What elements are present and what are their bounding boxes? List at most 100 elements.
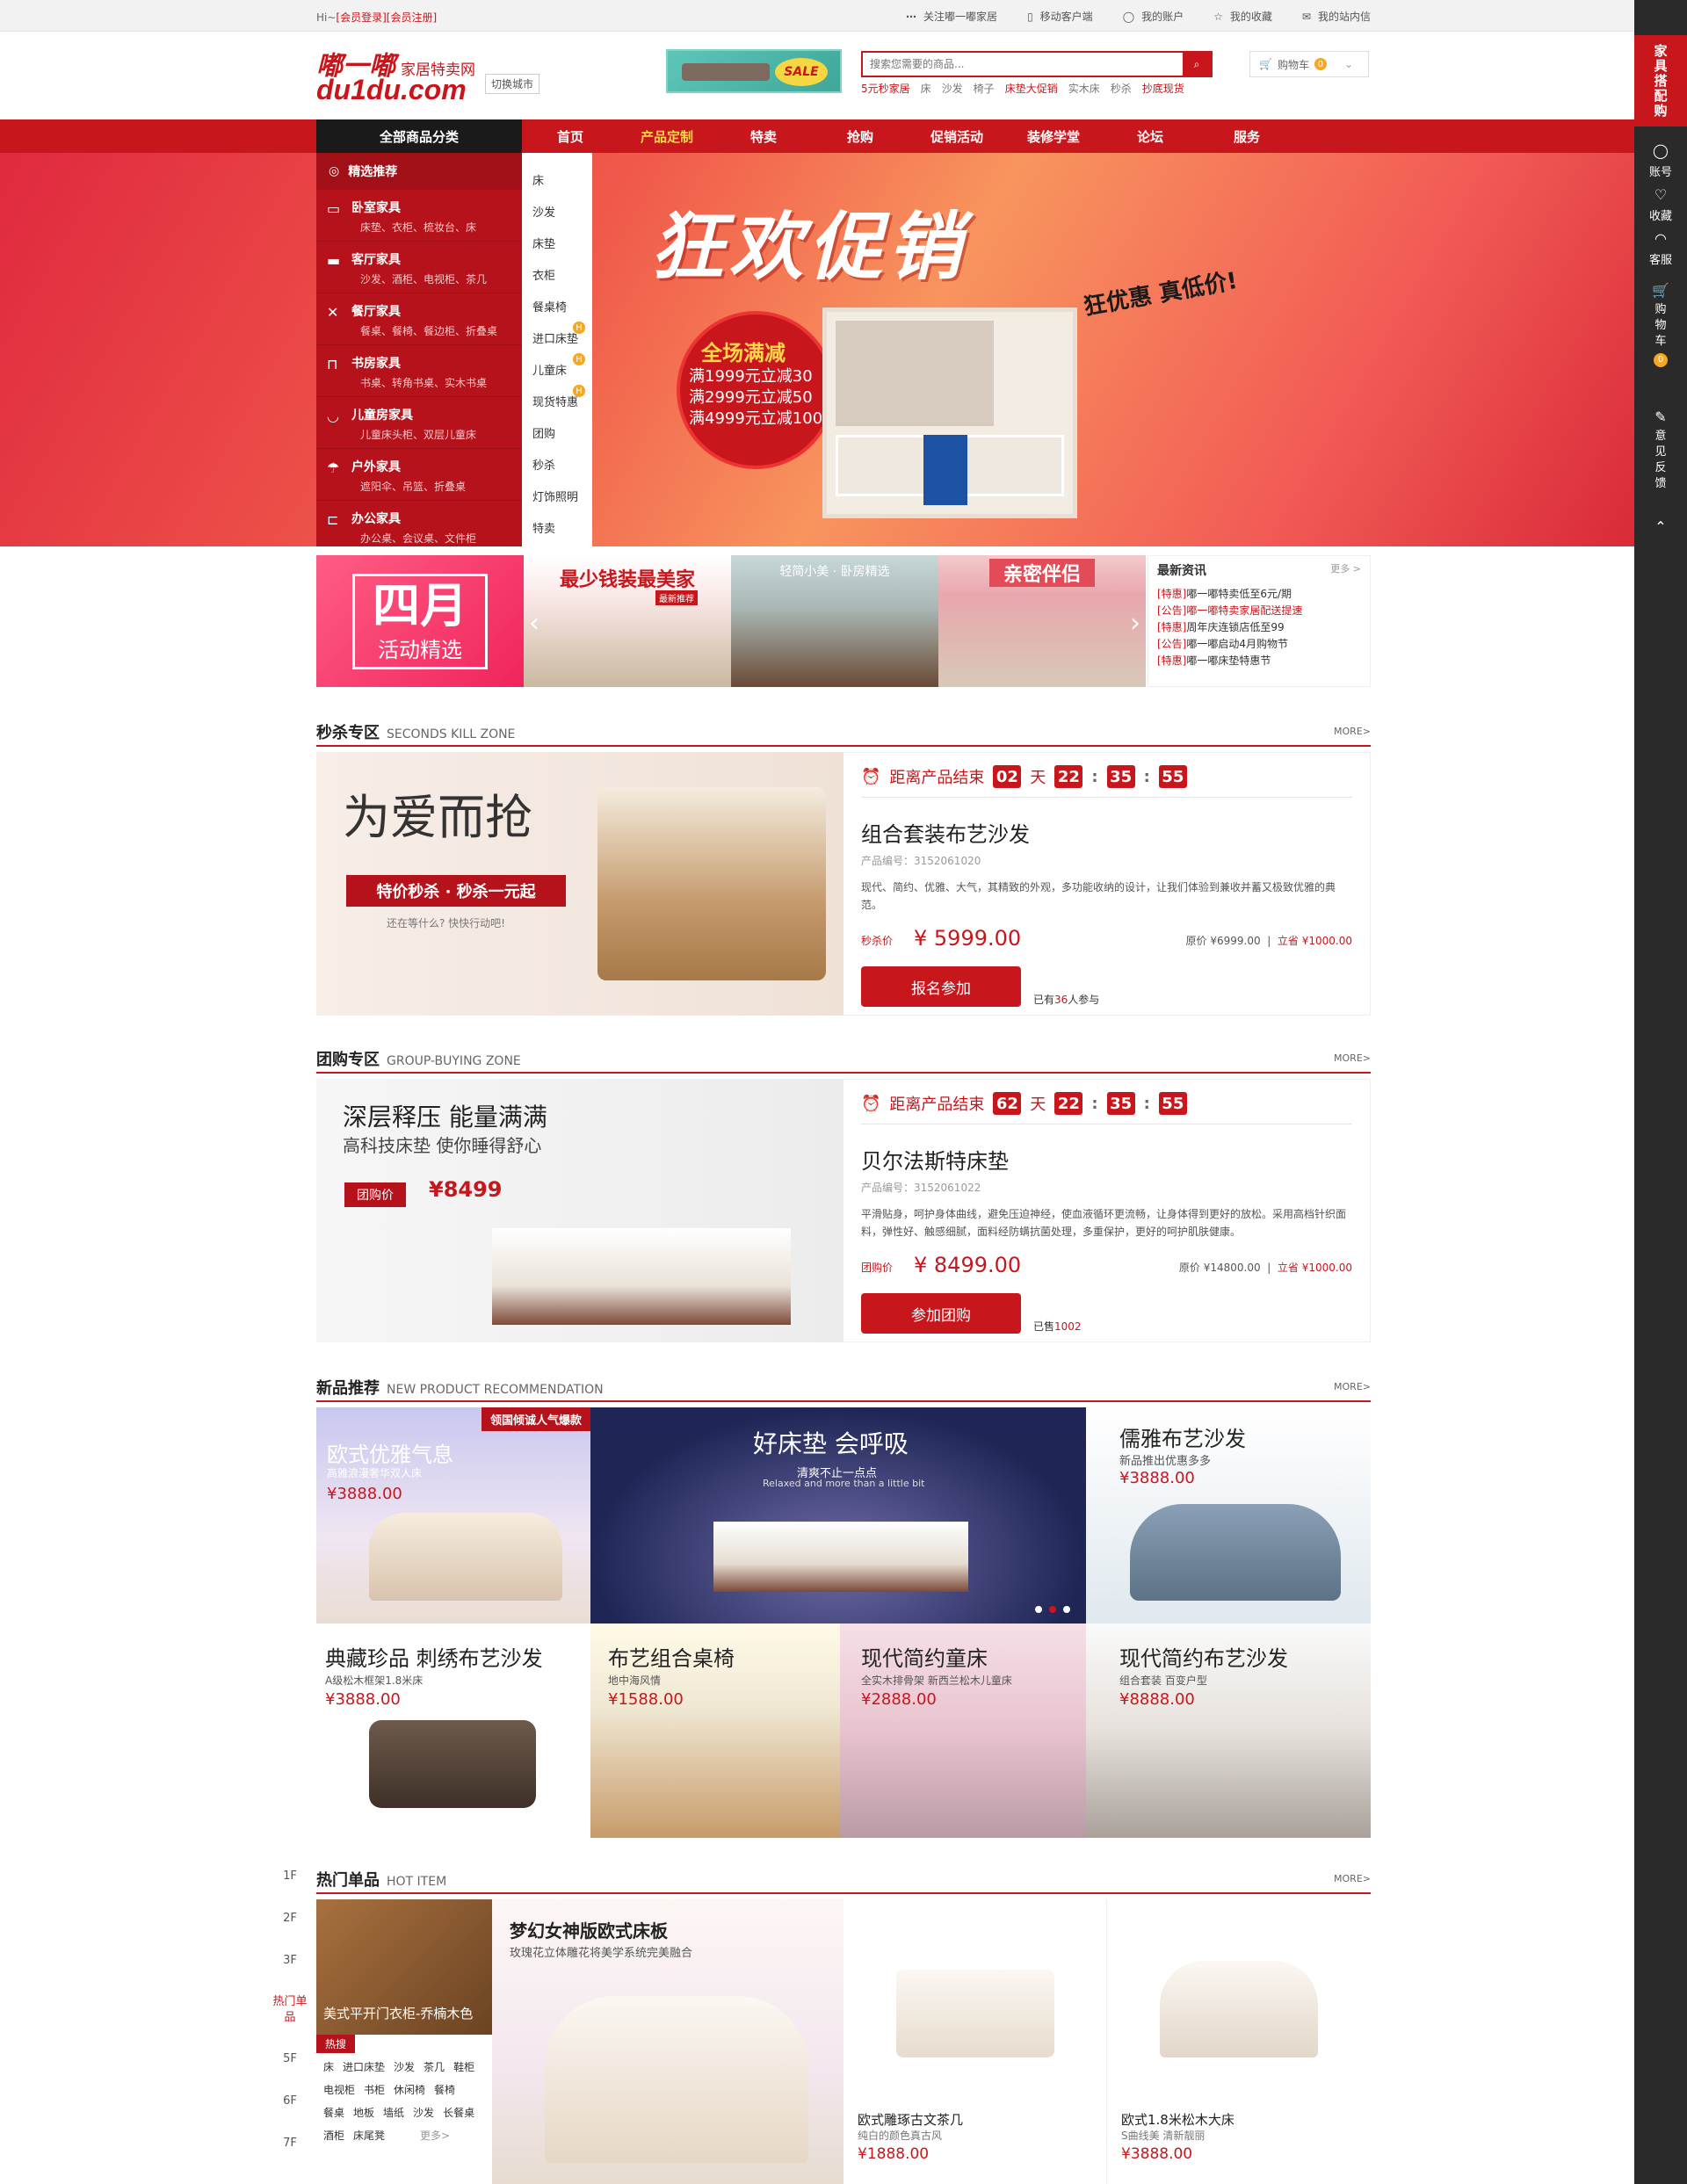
register-link[interactable]: [会员注册] [387, 11, 437, 24]
nav-item-home[interactable]: 首页 [522, 119, 619, 153]
sub-category-item[interactable]: 进口床垫 [522, 322, 592, 353]
promo-tile-bedroom[interactable]: 轻简小美 · 卧房精选 [731, 555, 938, 687]
keyword-link[interactable]: 长餐桌 [443, 2104, 474, 2122]
floor-link[interactable]: 1F [272, 1869, 308, 1883]
city-switch[interactable]: 切换城市 [485, 74, 540, 94]
sub-category-item[interactable]: 特卖 [522, 511, 592, 543]
keyword-link[interactable]: 沙发 [394, 2058, 415, 2076]
nav-item-custom[interactable]: 产品定制 [619, 119, 715, 153]
more-link[interactable]: MORE> [1334, 726, 1371, 737]
keyword-link[interactable]: 电视柜 [323, 2081, 355, 2099]
nav-item-service[interactable]: 服务 [1198, 119, 1295, 153]
join-group-button[interactable]: 参加团购 [861, 1293, 1021, 1334]
hot-word[interactable]: 实木床 [1068, 81, 1100, 96]
hero-banner[interactable]: 狂欢促销 狂优惠 真低价! 全场满减 满1999元立减30 满2999元立减50… [0, 153, 1634, 685]
search-input[interactable] [863, 53, 1170, 76]
hot-word[interactable]: 5元秒家居 [861, 81, 910, 96]
category-kids[interactable]: ◡ 儿童房家具 儿童床头柜、双层儿童床 [316, 397, 522, 449]
carousel-dot[interactable] [1063, 1606, 1070, 1613]
keyword-link[interactable]: 床尾凳 [353, 2127, 385, 2144]
join-seckill-button[interactable]: 报名参加 [861, 966, 1021, 1007]
keyword-link[interactable]: 茶几 [424, 2058, 445, 2076]
keyword-link[interactable]: 地板 [353, 2104, 374, 2122]
hot-word[interactable]: 床 [921, 81, 931, 96]
sub-category-item[interactable]: 儿童床 [522, 353, 592, 385]
seckill-image[interactable]: 为爱而抢 特价秒杀 · 秒杀一元起 还在等什么? 快快行动吧! [316, 752, 844, 1016]
hot-word[interactable]: 抄底现货 [1142, 81, 1184, 96]
sub-category-item[interactable]: 沙发 [522, 195, 592, 227]
hot-word[interactable]: 床垫大促销 [1005, 81, 1058, 96]
keyword-link[interactable]: 鞋柜 [453, 2058, 474, 2076]
chevron-right-icon[interactable]: › [1130, 608, 1140, 639]
product-name[interactable]: 贝尔法斯特床垫 [861, 1144, 1352, 1175]
floor-link[interactable]: 6F [272, 2094, 308, 2108]
sub-category-item[interactable]: 团购 [522, 416, 592, 448]
sub-category-item[interactable]: 餐桌椅 [522, 290, 592, 322]
april-tile[interactable]: 四月 活动精选 [316, 555, 524, 687]
floor-link[interactable]: 3F [272, 1954, 308, 1967]
news-item[interactable]: [公告]嘟一嘟特卖家居配送提速 [1157, 603, 1361, 619]
news-more-link[interactable]: 更多 > [1330, 561, 1361, 579]
mobile-link[interactable]: ▯ 移动客户端 [1027, 9, 1093, 24]
cart-button[interactable]: 🛒 购物车 0 ⌄ [1249, 51, 1369, 77]
keywords-more-link[interactable]: 更多> [420, 2127, 450, 2144]
floor-link[interactable]: 2F [272, 1912, 308, 1925]
keyword-link[interactable]: 餐桌 [323, 2104, 344, 2122]
account-link[interactable]: ◯ 我的账户 [1123, 9, 1184, 24]
new-tile-kidsbed[interactable]: 现代简约童床 全实木排骨架 新西兰松木儿童床 ¥2888.00 [840, 1624, 1086, 1838]
news-item[interactable]: [特惠]周年庆连锁店低至99 [1157, 619, 1361, 636]
sidebar-account[interactable]: ◯ 账号 [1634, 142, 1687, 179]
category-dining[interactable]: ✕ 餐厅家具 餐桌、餐椅、餐边柜、折叠桌 [316, 293, 522, 345]
keyword-link[interactable]: 休闲椅 [394, 2081, 425, 2099]
hot-product-tea-table[interactable]: 欧式雕琢古文茶几 纯白的颜色真古风 ¥1888.00 [844, 1899, 1107, 2184]
favorites-link[interactable]: ☆ 我的收藏 [1213, 9, 1272, 24]
carousel-dot[interactable] [1049, 1606, 1056, 1613]
news-item[interactable]: [特惠]嘟一嘟床垫特惠节 [1157, 653, 1361, 669]
product-name[interactable]: 组合套装布艺沙发 [861, 817, 1352, 848]
hot-feature-bed[interactable]: 梦幻女神版欧式床板 玫瑰花立体雕花将美学系统完美融合 [492, 1899, 844, 2184]
nav-item-rush[interactable]: 抢购 [812, 119, 909, 153]
chevron-left-icon[interactable]: ‹ [529, 608, 539, 639]
keyword-link[interactable]: 墙纸 [383, 2104, 404, 2122]
new-tile-bed[interactable]: 领国倾诚人气爆款 欧式优雅气息 高雅浪漫奢华双人床 ¥3888.00 [316, 1407, 590, 1624]
hot-word[interactable]: 秒杀 [1111, 81, 1132, 96]
more-link[interactable]: MORE> [1334, 1873, 1371, 1884]
keyword-link[interactable]: 书柜 [364, 2081, 385, 2099]
group-image[interactable]: 深层释压 能量满满 高科技床垫 使你睡得舒心 团购价 ¥8499 [316, 1079, 844, 1342]
new-tile-modern-sofa[interactable]: 现代简约布艺沙发 组合套装 百变户型 ¥8888.00 [1086, 1624, 1371, 1838]
category-bedroom[interactable]: ▭ 卧室家具 床垫、衣柜、梳妆台、床 [316, 190, 522, 242]
sub-category-item[interactable]: 衣柜 [522, 258, 592, 290]
floor-link-active[interactable]: 热门单品 [272, 1994, 308, 2026]
sub-category-item[interactable]: 灯饰照明 [522, 480, 592, 511]
hot-word[interactable]: 沙发 [942, 81, 963, 96]
new-tile-dining[interactable]: 布艺组合桌椅 地中海风情 ¥1588.00 [590, 1624, 840, 1838]
search-button[interactable]: ⌕ [1183, 53, 1211, 76]
promo-tile-decor[interactable]: 最少钱装最美家 最新推荐 ‹ [524, 555, 731, 687]
nav-item-sale[interactable]: 特卖 [715, 119, 812, 153]
news-item[interactable]: [特惠]嘟一嘟特卖低至6元/期 [1157, 586, 1361, 603]
sidebar-cart[interactable]: 🛒 购物车 0 [1634, 283, 1687, 367]
sub-category-item[interactable]: 秒杀 [522, 448, 592, 480]
sub-category-item[interactable]: 现货特惠 [522, 385, 592, 416]
promo-tile-couple[interactable]: 亲密伴侣 › [938, 555, 1146, 687]
nav-item-promo[interactable]: 促销活动 [909, 119, 1005, 153]
category-study[interactable]: ⊓ 书房家具 书桌、转角书桌、实木书桌 [316, 345, 522, 397]
hot-wardrobe[interactable]: 美式平开门衣柜-乔楠木色 [316, 1899, 492, 2035]
nav-item-school[interactable]: 装修学堂 [1005, 119, 1102, 153]
logo[interactable]: 嘟一嘟 家居特卖网 du1du.com [316, 44, 475, 105]
category-outdoor[interactable]: ☂ 户外家具 遮阳伞、吊篮、折叠桌 [316, 449, 522, 501]
new-tile-mattress[interactable]: 好床垫 会呼吸 清爽不止一点点 Relaxed and more than a … [590, 1407, 1086, 1624]
furniture-match-button[interactable]: 家具搭配购 [1634, 35, 1687, 127]
category-office[interactable]: ⊏ 办公家具 办公桌、会议桌、文件柜 [316, 501, 522, 553]
sidebar-feedback[interactable]: ✎ 意见反馈 [1634, 409, 1687, 492]
sub-category-item[interactable]: 床垫 [522, 227, 592, 258]
hot-word[interactable]: 椅子 [974, 81, 995, 96]
more-link[interactable]: MORE> [1334, 1381, 1371, 1392]
hot-product-pine-bed[interactable]: 欧式1.8米松木大床 S曲线美 清新靓丽 ¥3888.00 [1107, 1899, 1371, 2184]
carousel-dot[interactable] [1035, 1606, 1042, 1613]
new-tile-embroidered-sofa[interactable]: 典藏珍品 刺绣布艺沙发 A级松木框架1.8米床 ¥3888.00 [316, 1624, 590, 1838]
sale-banner[interactable]: SALE [666, 49, 842, 93]
nav-item-forum[interactable]: 论坛 [1102, 119, 1198, 153]
keyword-link[interactable]: 餐椅 [434, 2081, 455, 2099]
category-living[interactable]: ▬ 客厅家具 沙发、酒柜、电视柜、茶几 [316, 242, 522, 293]
